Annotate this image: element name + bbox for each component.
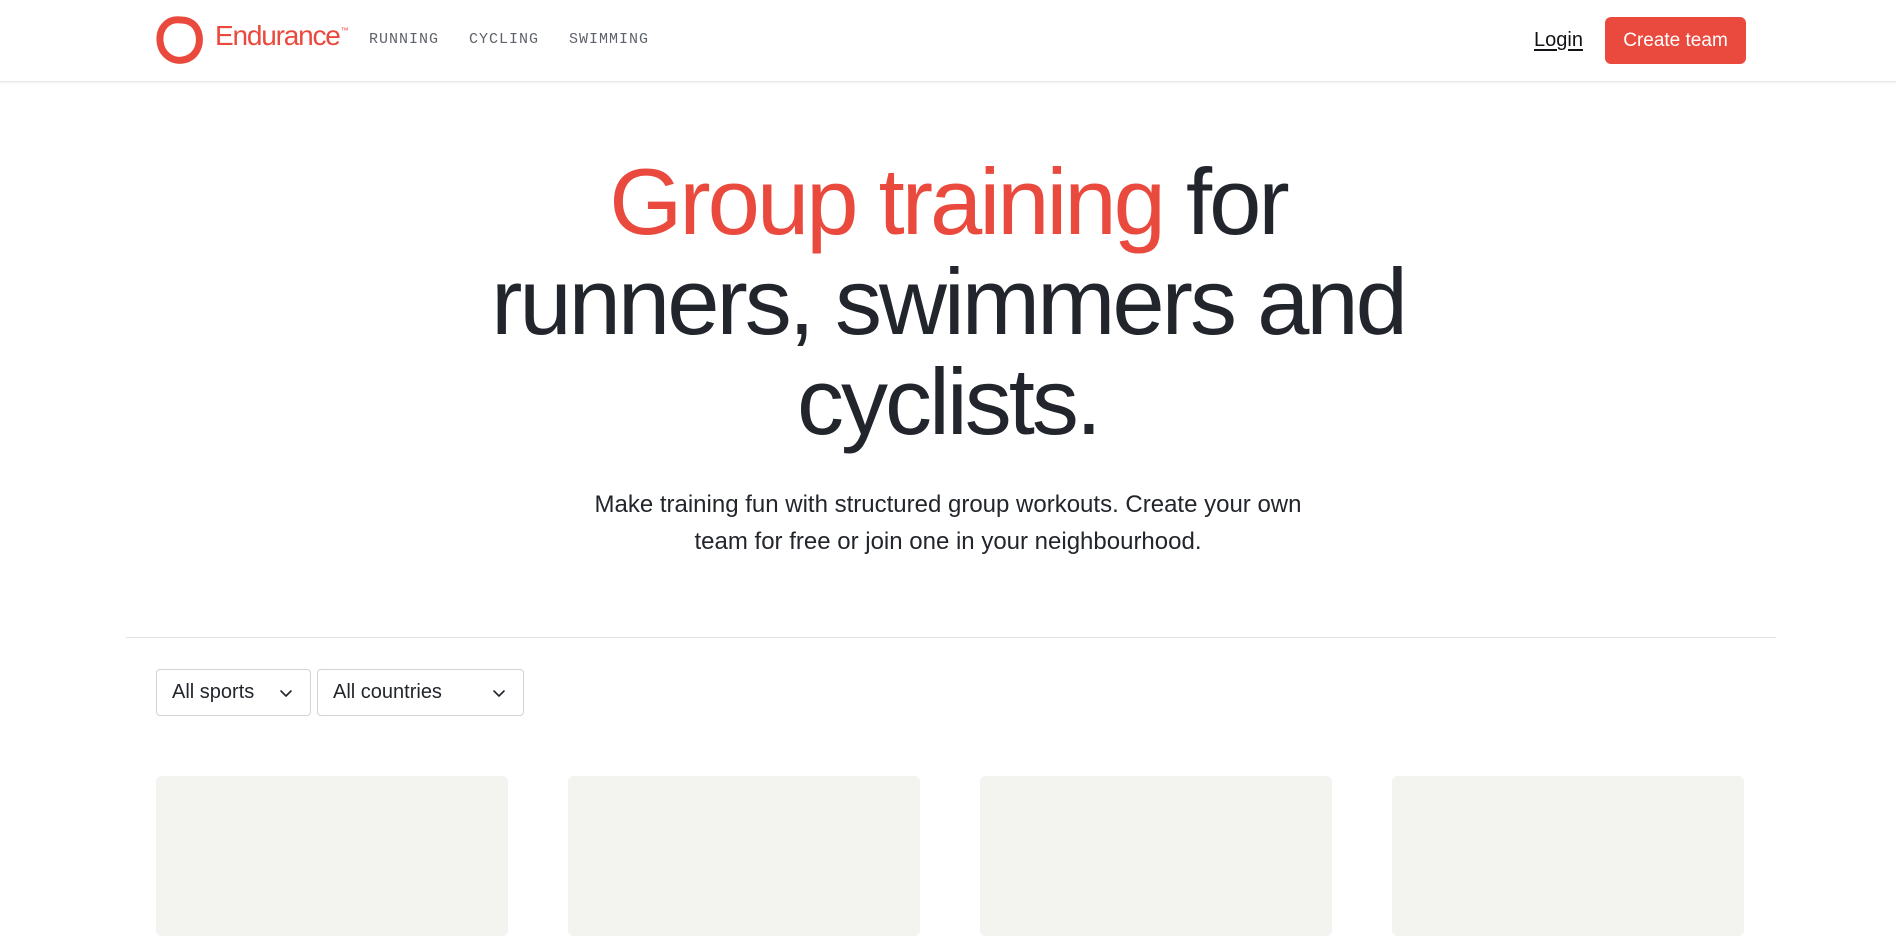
hero-title-line2: runners, swimmers and [491,249,1408,354]
nav-item-swimming[interactable]: SWIMMING [569,31,649,48]
login-link[interactable]: Login [1534,29,1583,52]
country-filter-value: All countries [333,681,442,703]
brand-name: Endurance™ [215,20,349,51]
brand-trademark: ™ [340,26,349,35]
site-header: Endurance™ RUNNING CYCLING SWIMMING Logi… [0,0,1896,82]
section-divider [126,637,1776,638]
hero-subtitle-line2: team for free or join one in your neighb… [694,528,1202,555]
country-filter-select[interactable]: All countries [317,669,524,716]
team-card-placeholder[interactable] [980,776,1332,936]
hero-title-line1-rest: for [1162,149,1290,254]
chevron-down-icon [280,689,292,697]
endurance-logo-icon [156,16,203,64]
hero-subtitle-line1: Make training fun with structured group … [594,491,1302,518]
filter-bar: All sports All countries [156,669,524,716]
sport-filter-select[interactable]: All sports [156,669,311,716]
nav-item-running[interactable]: RUNNING [369,31,439,48]
team-card-placeholder[interactable] [568,776,920,936]
sport-filter-value: All sports [172,681,255,703]
hero-subtitle: Make training fun with structured group … [548,486,1348,560]
nav-item-cycling[interactable]: CYCLING [469,31,539,48]
main-nav: RUNNING CYCLING SWIMMING [369,31,649,48]
brand-logo[interactable]: Endurance™ [155,15,349,65]
chevron-down-icon [493,689,505,697]
team-card-placeholder[interactable] [1392,776,1744,936]
create-team-button[interactable]: Create team [1605,17,1746,64]
team-card-grid [156,776,1744,936]
hero-title-line3: cyclists. [797,349,1102,454]
team-card-placeholder[interactable] [156,776,508,936]
hero-title: Group training for runners, swimmers and… [398,152,1498,452]
hero-title-accent: Group training [609,149,1166,254]
